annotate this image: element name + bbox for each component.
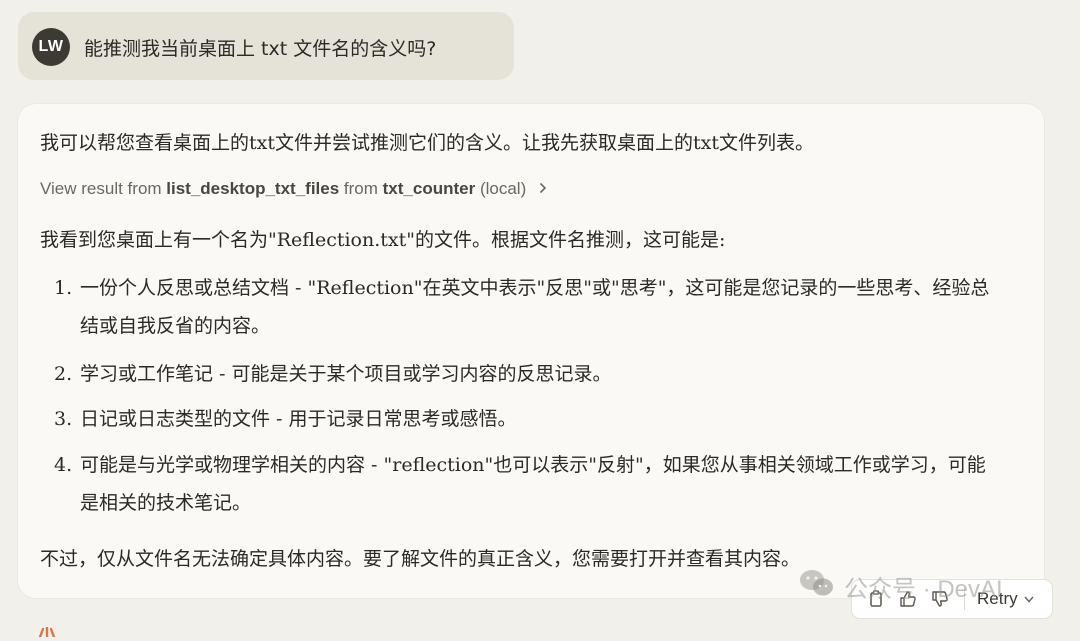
tool-result-prefix: View result from xyxy=(40,179,167,198)
list-item-text: 一份个人反思或总结文档 - "Reflection"在英文中表示"反思"或"思考… xyxy=(80,277,990,337)
tool-name: list_desktop_txt_files xyxy=(166,179,340,198)
user-message-text: 能推测我当前桌面上 txt 文件名的含义吗? xyxy=(84,38,437,60)
message-action-bar: Retry xyxy=(852,580,1052,618)
list-item-text: 可能是与光学或物理学相关的内容 - "reflection"也可以表示"反射"，… xyxy=(80,454,986,514)
list-item-number: 4. xyxy=(54,454,73,476)
list-item-number: 2. xyxy=(54,363,73,385)
tool-server-name: txt_counter xyxy=(382,179,476,198)
user-avatar[interactable]: LW xyxy=(32,28,70,66)
list-item-text: 日记或日志类型的文件 - 用于记录日常思考或感悟。 xyxy=(80,408,517,430)
retry-label: Retry xyxy=(977,589,1018,608)
tool-result-suffix: (local) xyxy=(475,179,527,198)
assistant-conclusion-text: 不过，仅从文件名无法确定具体内容。要了解文件的真正含义，您需要打开并查看其内容。 xyxy=(40,548,801,570)
assistant-response-card: 我可以帮您查看桌面上的txt文件并尝试推测它们的含义。让我先获取桌面上的txt文… xyxy=(18,104,1044,598)
tool-result-link[interactable]: View result from list_desktop_txt_files … xyxy=(40,179,547,199)
assistant-finding-text: 我看到您桌面上有一个名为"Reflection.txt"的文件。根据文件名推测，… xyxy=(40,229,726,251)
copy-icon[interactable] xyxy=(864,587,888,611)
thumbs-down-icon[interactable] xyxy=(928,587,952,611)
list-item-number: 1. xyxy=(54,277,73,299)
thumbs-up-icon[interactable] xyxy=(896,587,920,611)
tool-result-mid: from xyxy=(339,179,383,198)
assistant-intro-text: 我可以帮您查看桌面上的txt文件并尝试推测它们的含义。让我先获取桌面上的txt文… xyxy=(40,132,814,154)
list-item-number: 3. xyxy=(54,408,73,430)
retry-button[interactable]: Retry xyxy=(977,589,1034,609)
chevron-down-icon xyxy=(1024,592,1034,606)
claude-star-icon xyxy=(34,622,60,639)
action-divider xyxy=(964,588,965,610)
user-message-bubble: LW 能推测我当前桌面上 txt 文件名的含义吗? xyxy=(18,12,514,80)
list-item-text: 学习或工作笔记 - 可能是关于某个项目或学习内容的反思记录。 xyxy=(80,363,612,385)
chevron-right-icon xyxy=(534,179,547,198)
